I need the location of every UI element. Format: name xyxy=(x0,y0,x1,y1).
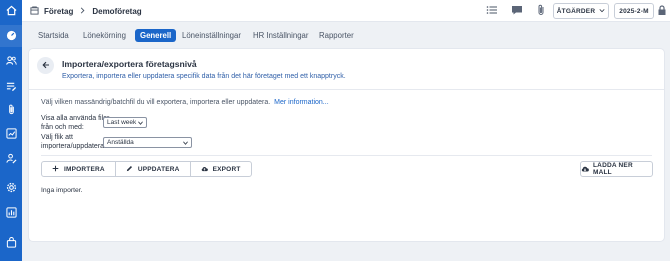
file-select[interactable]: Anställda xyxy=(103,137,192,148)
import-label: IMPORTERA xyxy=(64,165,105,173)
download-template-button[interactable]: LADDA NER MALL xyxy=(580,161,653,177)
plus-icon xyxy=(52,165,59,174)
list-view-button[interactable] xyxy=(485,4,499,18)
page-title: Importera/exportera företagsnivå xyxy=(62,59,197,69)
people-icon xyxy=(5,55,17,68)
more-info-link[interactable]: Mer information... xyxy=(274,99,328,106)
list-icon xyxy=(486,4,498,18)
chart-icon xyxy=(5,206,17,220)
gear-icon xyxy=(6,182,17,195)
empty-state-text: Inga importer. xyxy=(41,187,83,194)
filter-label-line1: Visa alla använda filer xyxy=(41,115,110,122)
import-button[interactable]: IMPORTERA xyxy=(42,162,115,176)
tab-loneinstallningar[interactable]: Löneinställningar xyxy=(182,29,241,42)
paperclip-icon xyxy=(6,104,17,117)
cloud-upload-icon xyxy=(201,165,208,174)
nav-lists[interactable] xyxy=(0,76,22,98)
filter-select[interactable]: Last week xyxy=(103,117,147,128)
nav-person-edit[interactable] xyxy=(0,148,22,170)
filter-select-value: Last week xyxy=(107,119,137,126)
company-icon xyxy=(30,5,39,17)
breadcrumb-root[interactable]: Företag xyxy=(44,7,73,16)
nav-attachments[interactable] xyxy=(0,99,22,121)
period-label: 2025-2-M xyxy=(619,7,649,15)
left-nav-rail xyxy=(0,0,22,261)
divider xyxy=(41,155,652,156)
nav-employees[interactable] xyxy=(0,50,22,72)
home-icon xyxy=(6,5,17,18)
chat-icon xyxy=(511,4,523,18)
file-select-label-line1: Välj flik att xyxy=(41,134,73,141)
chevron-right-icon xyxy=(78,6,87,17)
tab-bar: Startsida Lönekörning Generell Löneinstä… xyxy=(22,27,670,45)
page-subtitle: Exportera, importera eller uppdatera spe… xyxy=(62,73,346,80)
filter-label-line2: från och med: xyxy=(41,124,84,131)
nav-reports[interactable] xyxy=(0,123,22,145)
file-select-label-line2: importera/uppdatera: xyxy=(41,143,106,150)
update-button[interactable]: UPPDATERA xyxy=(114,162,190,176)
divider xyxy=(29,89,664,90)
person-edit-icon xyxy=(5,153,17,166)
paperclip-icon xyxy=(535,4,547,18)
lock-icon xyxy=(656,4,668,18)
export-label: EXPORT xyxy=(212,165,241,173)
attachments-button[interactable] xyxy=(534,4,548,18)
bag-icon xyxy=(6,236,17,250)
arrow-left-icon xyxy=(41,61,50,71)
actions-label: ÅTGÄRDER xyxy=(556,7,596,15)
filter-label: Visa alla använda filer från och med: xyxy=(41,114,109,132)
cloud-download-icon xyxy=(581,165,589,174)
tab-lonekorning[interactable]: Lönekörning xyxy=(83,29,126,42)
nav-statistics[interactable] xyxy=(0,202,22,224)
nav-home[interactable] xyxy=(0,0,22,22)
tab-startsida[interactable]: Startsida xyxy=(38,29,69,42)
top-bar: Företag Demoföretag ÅTGÄRDER 2025-2-M xyxy=(22,0,670,22)
file-select-label: Välj flik att importera/uppdatera: xyxy=(41,133,106,151)
nav-dashboard[interactable] xyxy=(0,25,22,47)
breadcrumb: Företag Demoföretag xyxy=(30,5,142,17)
tab-rapporter[interactable]: Rapporter xyxy=(319,29,354,42)
breadcrumb-current: Demoföretag xyxy=(92,6,142,16)
period-button[interactable]: 2025-2-M xyxy=(614,3,654,19)
messages-button[interactable] xyxy=(510,4,524,18)
export-button[interactable]: EXPORT xyxy=(189,162,251,176)
import-export-card: Importera/exportera företagsnivå Exporte… xyxy=(28,48,665,242)
pencil-icon xyxy=(126,165,133,174)
tab-hr-installningar[interactable]: HR Inställningar xyxy=(253,29,308,42)
list-edit-icon xyxy=(6,81,17,94)
dashboard-icon xyxy=(6,30,17,43)
action-button-group: IMPORTERA UPPDATERA EXPORT xyxy=(41,161,252,177)
nav-shop[interactable] xyxy=(0,232,22,254)
back-button[interactable] xyxy=(37,57,54,74)
report-icon xyxy=(5,127,17,141)
tab-generell[interactable]: Generell xyxy=(135,29,177,42)
chevron-down-icon xyxy=(599,8,605,15)
intro-label: Välj vilken massändrig/batchfil du vill … xyxy=(41,99,271,106)
intro-text: Välj vilken massändrig/batchfil du vill … xyxy=(41,99,329,106)
actions-dropdown[interactable]: ÅTGÄRDER xyxy=(553,3,609,19)
update-label: UPPDATERA xyxy=(137,165,180,173)
file-select-value: Anställda xyxy=(107,139,134,146)
download-template-label: LADDA NER MALL xyxy=(593,162,633,176)
lock-button[interactable] xyxy=(656,4,668,18)
nav-settings[interactable] xyxy=(0,177,22,199)
